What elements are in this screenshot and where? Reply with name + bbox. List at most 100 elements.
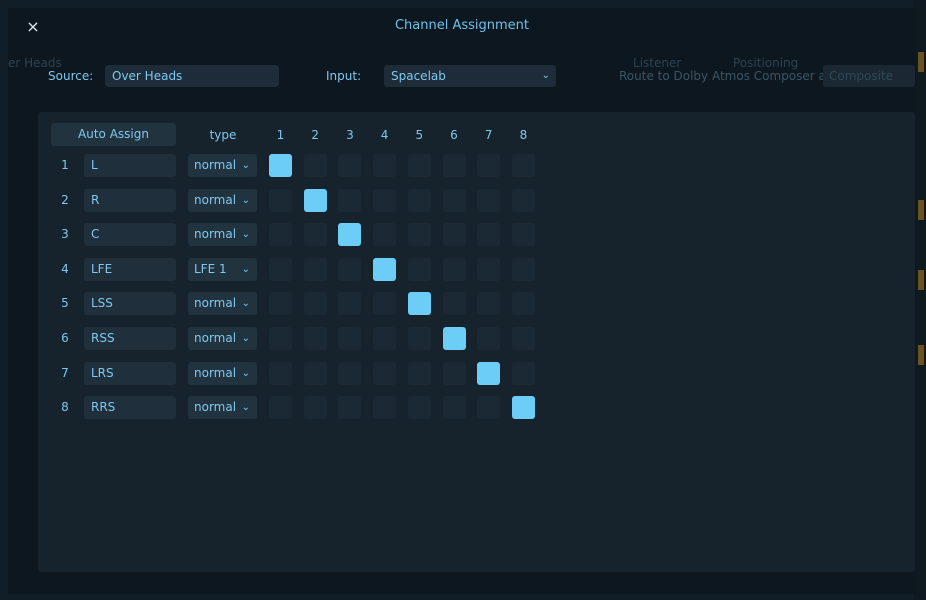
channel-name-field[interactable]: L <box>84 154 176 177</box>
channel-name-field[interactable]: RSS <box>84 327 176 350</box>
channel-type-select[interactable]: normal ⌄ <box>188 223 257 247</box>
assignment-cell[interactable] <box>442 396 466 420</box>
channel-name-field[interactable]: LRS <box>84 361 176 385</box>
auto-assign-button[interactable]: Auto Assign <box>51 123 176 146</box>
assignment-cell-active[interactable] <box>511 396 535 420</box>
channel-name-field[interactable]: RRS <box>84 396 176 420</box>
assignment-cell[interactable] <box>477 292 501 316</box>
assignment-cell[interactable] <box>407 361 431 385</box>
assignment-cell-active[interactable] <box>477 361 501 385</box>
assignment-cell[interactable] <box>269 223 292 247</box>
assignment-cell[interactable] <box>407 223 431 247</box>
assignment-cell-active[interactable] <box>338 223 362 247</box>
assignment-cell[interactable] <box>373 292 397 316</box>
channel-type-select[interactable]: normal ⌄ <box>188 361 257 385</box>
channel-type-select[interactable]: normal ⌄ <box>188 188 257 212</box>
background-track-marker <box>918 52 924 72</box>
assignment-cell-active[interactable] <box>373 257 397 281</box>
assignment-cell[interactable] <box>407 396 431 420</box>
assignment-cell[interactable] <box>511 188 535 212</box>
assignment-cell[interactable] <box>269 396 292 420</box>
assignment-cell[interactable] <box>303 154 327 177</box>
assignment-cell[interactable] <box>303 361 327 385</box>
assignment-cell[interactable] <box>303 327 327 350</box>
assignment-cell[interactable] <box>442 154 466 177</box>
assignment-cell[interactable] <box>511 223 535 247</box>
assignment-cell[interactable] <box>269 188 292 212</box>
assignment-cell[interactable] <box>338 188 362 212</box>
assignment-cell[interactable] <box>338 292 362 316</box>
assignment-cell[interactable] <box>373 327 397 350</box>
assignment-cell[interactable] <box>511 257 535 281</box>
assignment-cell[interactable] <box>338 396 362 420</box>
assignment-cell[interactable] <box>373 188 397 212</box>
type-column-header: type <box>209 128 237 142</box>
chevron-down-icon: ⌄ <box>241 333 250 344</box>
channel-column-header-6: 6 <box>450 128 458 142</box>
assignment-cell[interactable] <box>511 361 535 385</box>
assignment-cell[interactable] <box>477 396 501 420</box>
assignment-cell[interactable] <box>338 257 362 281</box>
assignment-cell[interactable] <box>338 154 362 177</box>
channel-type-select[interactable]: LFE 1 ⌄ <box>188 257 257 281</box>
assignment-cell[interactable] <box>373 361 397 385</box>
chevron-down-icon: ⌄ <box>541 70 550 81</box>
assignment-cell[interactable] <box>303 223 327 247</box>
source-field[interactable]: Over Heads <box>105 65 279 87</box>
assignment-cell[interactable] <box>303 292 327 316</box>
assignment-cell[interactable] <box>407 257 431 281</box>
chevron-down-icon: ⌄ <box>241 229 250 241</box>
channel-column-header-5: 5 <box>415 128 424 142</box>
assignment-cell[interactable] <box>442 223 466 247</box>
assignment-cell-active[interactable] <box>407 292 431 316</box>
assignment-cell[interactable] <box>303 396 327 420</box>
assignment-cell[interactable] <box>511 327 535 350</box>
assignment-cell-active[interactable] <box>269 154 292 177</box>
channel-name-field[interactable]: C <box>84 223 176 247</box>
channel-type-value: normal <box>194 296 237 311</box>
assignment-cell-active[interactable] <box>442 327 466 350</box>
assignment-cell[interactable] <box>477 257 501 281</box>
route-select[interactable]: Composite <box>823 65 915 87</box>
channel-name-field[interactable]: LSS <box>84 292 176 316</box>
assignment-cell[interactable] <box>269 327 292 350</box>
assignment-cell[interactable] <box>511 154 535 177</box>
route-label: Route to Dolby Atmos Composer as: <box>619 69 837 83</box>
assignment-cell[interactable] <box>338 361 362 385</box>
channel-type-value: LFE 1 <box>194 261 227 276</box>
assignment-cell[interactable] <box>373 154 397 177</box>
assignment-cell[interactable] <box>373 223 397 247</box>
assignment-cell[interactable] <box>477 188 501 212</box>
channel-name-field[interactable]: R <box>84 188 176 212</box>
assignment-cell[interactable] <box>511 292 535 316</box>
channel-type-select[interactable]: normal ⌄ <box>188 292 257 316</box>
channel-type-select[interactable]: normal ⌄ <box>188 154 257 177</box>
background-listener-text: Listener <box>633 56 682 70</box>
assignment-cell[interactable] <box>442 188 466 212</box>
channel-assignment-dialog: × Channel Assignment er Heads Listener P… <box>8 8 916 594</box>
assignment-cell[interactable] <box>442 292 466 316</box>
assignment-cell[interactable] <box>477 154 501 177</box>
assignment-cell[interactable] <box>407 327 431 350</box>
dialog-title: Channel Assignment <box>394 18 530 33</box>
row-number: 3 <box>61 227 69 242</box>
background-track-marker <box>918 270 924 290</box>
assignment-cell[interactable] <box>269 292 292 316</box>
assignment-cell[interactable] <box>407 154 431 177</box>
assignment-cell[interactable] <box>303 257 327 281</box>
assignment-cell[interactable] <box>477 327 501 350</box>
assignment-cell[interactable] <box>442 361 466 385</box>
assignment-cell[interactable] <box>373 396 397 420</box>
input-select[interactable]: Spacelab ⌄ <box>384 65 556 87</box>
assignment-cell[interactable] <box>442 257 466 281</box>
channel-type-select[interactable]: normal ⌄ <box>188 327 257 350</box>
assignment-cell[interactable] <box>477 223 501 247</box>
channel-name-field[interactable]: LFE <box>84 257 176 281</box>
assignment-cell[interactable] <box>269 257 292 281</box>
assignment-cell-active[interactable] <box>303 188 327 212</box>
background-track-marker <box>918 200 924 220</box>
assignment-cell[interactable] <box>338 327 362 350</box>
assignment-cell[interactable] <box>269 361 292 385</box>
channel-type-select[interactable]: normal ⌄ <box>188 396 257 420</box>
assignment-cell[interactable] <box>407 188 431 212</box>
